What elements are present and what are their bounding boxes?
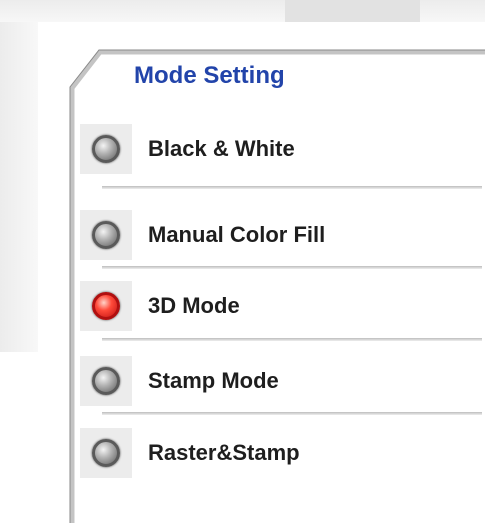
gray-radio-lamp-icon[interactable] bbox=[92, 221, 120, 249]
option-divider bbox=[102, 186, 482, 189]
lamp-bg bbox=[80, 210, 132, 260]
option-divider bbox=[102, 266, 482, 269]
gray-radio-lamp-icon[interactable] bbox=[92, 135, 120, 163]
mode-label: Black & White bbox=[148, 136, 295, 161]
mode-label: Raster&Stamp bbox=[148, 440, 300, 465]
mode-option-black-white[interactable]: Black & White bbox=[80, 124, 480, 174]
mode-label: 3D Mode bbox=[148, 293, 240, 318]
mode-label: Manual Color Fill bbox=[148, 222, 326, 247]
mode-label: Stamp Mode bbox=[148, 368, 279, 393]
panel-title: Mode Setting bbox=[134, 62, 285, 89]
option-divider bbox=[102, 412, 482, 415]
lamp-bg bbox=[80, 281, 132, 331]
mode-option-3d-mode[interactable]: 3D Mode bbox=[80, 281, 480, 331]
lamp-bg bbox=[80, 356, 132, 406]
lamp-bg bbox=[80, 428, 132, 478]
mode-option-raster-stamp[interactable]: Raster&Stamp bbox=[80, 428, 480, 478]
lamp-bg bbox=[80, 124, 132, 174]
gray-radio-lamp-icon[interactable] bbox=[92, 367, 120, 395]
option-divider bbox=[102, 338, 482, 341]
mode-option-stamp-mode[interactable]: Stamp Mode bbox=[80, 356, 480, 406]
mode-option-manual-color-fill[interactable]: Manual Color Fill bbox=[80, 210, 480, 260]
red-radio-lamp-icon[interactable] bbox=[92, 292, 120, 320]
gray-radio-lamp-icon[interactable] bbox=[92, 439, 120, 467]
